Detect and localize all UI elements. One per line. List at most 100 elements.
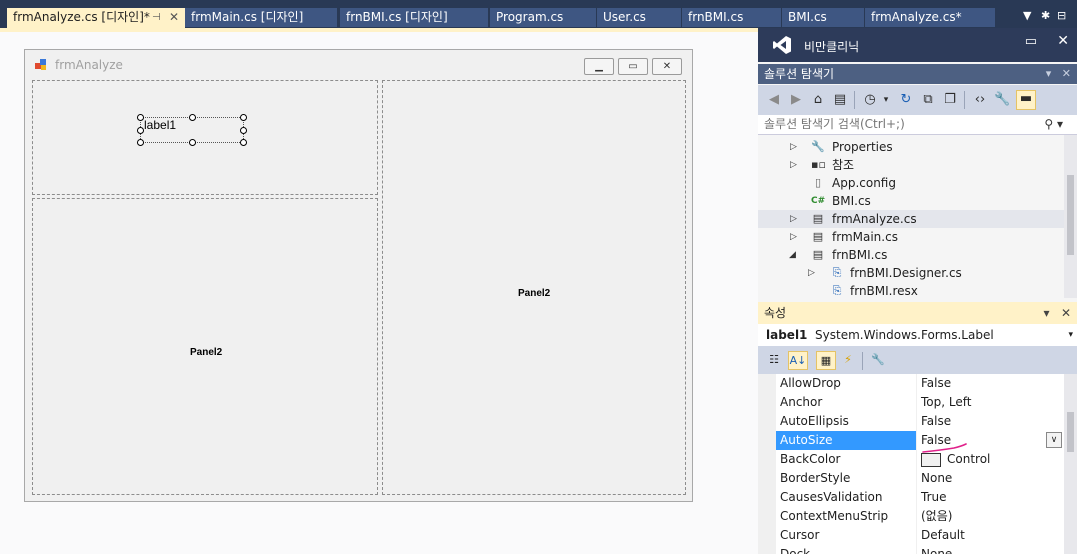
- solution-explorer-header[interactable]: 솔루션 탐색기 ▾ ✕: [758, 64, 1077, 84]
- minimize-button[interactable]: ▁: [584, 58, 614, 75]
- maximize-button[interactable]: ▭: [618, 58, 648, 75]
- tab-frmanalyze-design[interactable]: frmAnalyze.cs [디자인]* ⊣ ✕: [7, 8, 185, 28]
- tree-item-references[interactable]: ▷ ▪▫ 참조: [758, 156, 1064, 174]
- pin-icon[interactable]: ⊣: [152, 8, 161, 27]
- tree-item-frmmain[interactable]: ▷ ▤ frmMain.cs: [758, 228, 1064, 246]
- property-value[interactable]: None: [916, 545, 1064, 554]
- show-all-files-icon[interactable]: ❐: [942, 92, 958, 108]
- tab-bmi[interactable]: BMI.cs: [782, 8, 864, 27]
- refresh-icon[interactable]: ↻: [898, 92, 914, 108]
- forward-icon[interactable]: ▶: [788, 92, 804, 108]
- property-value[interactable]: False: [916, 374, 1064, 393]
- expand-icon[interactable]: ▷: [790, 138, 797, 156]
- property-row-anchor[interactable]: Anchor Top, Left: [758, 393, 1064, 412]
- resize-handle[interactable]: [189, 114, 196, 121]
- switch-views-icon[interactable]: ▤: [832, 92, 848, 108]
- back-icon[interactable]: ◀: [766, 92, 782, 108]
- form-titlebar[interactable]: frmAnalyze ▁ ▭ ✕: [25, 50, 692, 78]
- close-button[interactable]: ✕: [652, 58, 682, 75]
- tree-item-bmi-cs[interactable]: C# BMI.cs: [758, 192, 1064, 210]
- preview-icon[interactable]: ▬: [1016, 90, 1036, 110]
- property-row-backcolor[interactable]: BackColor Control: [758, 450, 1064, 469]
- resize-handle[interactable]: [240, 139, 247, 146]
- tree-item-frnbmi-resx[interactable]: ⎘ frnBMI.resx: [758, 282, 1064, 298]
- properties-header[interactable]: 속성 ▾ ✕: [758, 302, 1077, 324]
- properties-object-selector[interactable]: label1 System.Windows.Forms.Label ▾: [758, 324, 1077, 346]
- chevron-down-icon[interactable]: ▾: [1068, 324, 1073, 346]
- collapse-all-icon[interactable]: ⧉: [920, 92, 936, 108]
- resize-handle[interactable]: [189, 139, 196, 146]
- property-pages-icon[interactable]: 🔧: [868, 351, 888, 370]
- tab-frmmain-design[interactable]: frmMain.cs [디자인]: [185, 8, 337, 27]
- close-icon[interactable]: ✕: [1057, 33, 1069, 49]
- home-icon[interactable]: ⌂: [810, 92, 826, 108]
- expand-icon[interactable]: ▷: [808, 264, 815, 282]
- dropdown-icon[interactable]: ▾: [878, 92, 894, 108]
- dropdown-icon[interactable]: ▾: [1043, 306, 1049, 320]
- tab-frnbmi[interactable]: frnBMI.cs: [682, 8, 781, 27]
- resize-handle[interactable]: [137, 114, 144, 121]
- view-code-icon[interactable]: ‹›: [972, 92, 988, 108]
- solution-explorer-scrollbar[interactable]: [1064, 135, 1077, 298]
- scrollbar-thumb[interactable]: [1067, 412, 1074, 452]
- chevron-down-icon[interactable]: ∨: [1046, 432, 1062, 448]
- dropdown-icon[interactable]: ▾: [1046, 67, 1052, 80]
- split-icon[interactable]: ⊟: [1057, 9, 1066, 22]
- property-row-contextmenustrip[interactable]: ContextMenuStrip (없음): [758, 507, 1064, 526]
- resize-handle[interactable]: [137, 127, 144, 134]
- tab-frmanalyze-code[interactable]: frmAnalyze.cs*: [865, 8, 995, 27]
- tree-item-frnbmi-designer[interactable]: ▷ ⎘ frnBMI.Designer.cs: [758, 264, 1064, 282]
- scrollbar-thumb[interactable]: [1067, 175, 1074, 255]
- property-row-autoellipsis[interactable]: AutoEllipsis False: [758, 412, 1064, 431]
- property-row-allowdrop[interactable]: AllowDrop False: [758, 374, 1064, 393]
- panel2-left[interactable]: Panel2: [32, 198, 378, 495]
- tree-item-properties[interactable]: ▷ 🔧 Properties: [758, 138, 1064, 156]
- resize-handle[interactable]: [137, 139, 144, 146]
- property-row-dock[interactable]: Dock None: [758, 545, 1064, 554]
- gear-icon[interactable]: ✱: [1041, 9, 1050, 22]
- tree-item-app-config[interactable]: ▯ App.config: [758, 174, 1064, 192]
- form-window[interactable]: frmAnalyze ▁ ▭ ✕ label1 Panel2 Panel2: [24, 49, 693, 502]
- property-row-autosize[interactable]: AutoSize False ∨: [758, 431, 1064, 450]
- panel1[interactable]: label1: [32, 80, 378, 195]
- property-row-causesvalidation[interactable]: CausesValidation True: [758, 488, 1064, 507]
- property-value[interactable]: None: [916, 469, 1064, 488]
- expand-icon[interactable]: ▷: [790, 210, 797, 228]
- tab-user[interactable]: User.cs: [597, 8, 681, 27]
- search-input[interactable]: [764, 117, 1044, 131]
- property-value[interactable]: Top, Left: [916, 393, 1064, 412]
- search-icon[interactable]: ⚲ ▾: [1044, 117, 1063, 131]
- tab-label: Program.cs: [496, 10, 564, 24]
- property-name: Anchor: [780, 395, 823, 409]
- properties-view-icon[interactable]: ▦: [816, 351, 836, 370]
- designer-surface[interactable]: frmAnalyze ▁ ▭ ✕ label1 Panel2 Panel2: [0, 28, 758, 554]
- wrench-icon[interactable]: 🔧: [994, 92, 1010, 108]
- property-value[interactable]: Default: [916, 526, 1064, 545]
- tree-item-frmanalyze[interactable]: ▷ ▤ frmAnalyze.cs: [758, 210, 1064, 228]
- events-icon[interactable]: ⚡: [838, 351, 858, 370]
- property-value[interactable]: True: [916, 488, 1064, 507]
- close-icon[interactable]: ✕: [169, 8, 179, 27]
- property-value[interactable]: (없음): [916, 507, 1064, 526]
- history-icon[interactable]: ◷: [862, 92, 878, 108]
- property-row-cursor[interactable]: Cursor Default: [758, 526, 1064, 545]
- close-icon[interactable]: ✕: [1062, 67, 1071, 80]
- property-grid-scrollbar[interactable]: [1064, 374, 1077, 554]
- tree-item-frnbmi[interactable]: ◢ ▤ frnBMI.cs: [758, 246, 1064, 264]
- expand-icon[interactable]: ▷: [790, 228, 797, 246]
- resize-handle[interactable]: [240, 114, 247, 121]
- categorized-icon[interactable]: ☷: [764, 351, 784, 370]
- close-icon[interactable]: ✕: [1061, 306, 1071, 320]
- property-row-borderstyle[interactable]: BorderStyle None: [758, 469, 1064, 488]
- tab-frnbmi-design[interactable]: frnBMI.cs [디자인]: [340, 8, 488, 27]
- solution-explorer-search[interactable]: ⚲ ▾: [758, 115, 1077, 135]
- tab-program[interactable]: Program.cs: [490, 8, 596, 27]
- alphabetical-icon[interactable]: A↓: [788, 351, 808, 370]
- resize-handle[interactable]: [240, 127, 247, 134]
- collapse-icon[interactable]: ◢: [789, 246, 796, 264]
- restore-icon[interactable]: ▭: [1025, 34, 1037, 49]
- property-value[interactable]: False: [916, 412, 1064, 431]
- panel2-right[interactable]: Panel2: [382, 80, 686, 495]
- expand-icon[interactable]: ▷: [790, 156, 797, 174]
- tab-overflow-icon[interactable]: ▼: [1023, 9, 1031, 22]
